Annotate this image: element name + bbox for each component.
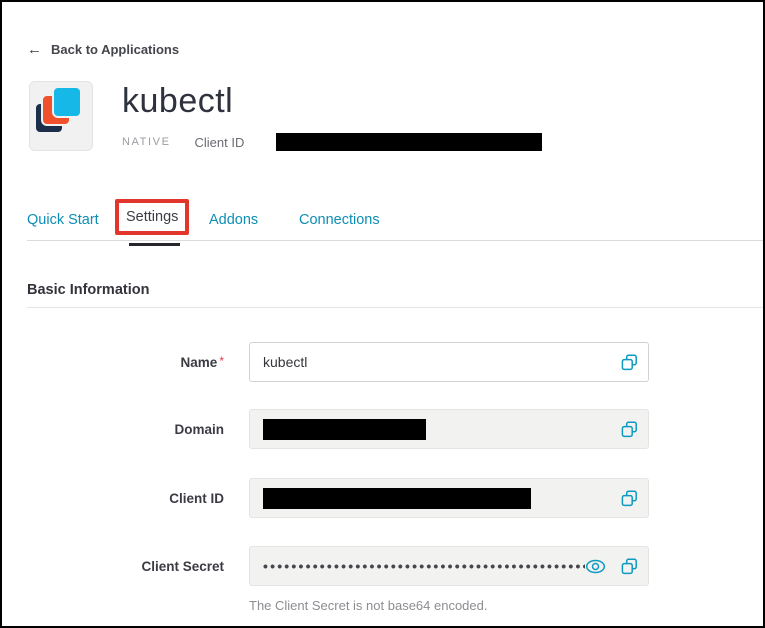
client-id-label: Client ID <box>195 135 245 150</box>
app-settings-page: { "header": { "back_label": "Back to App… <box>0 0 765 628</box>
reveal-secret-button[interactable] <box>584 558 606 574</box>
logo-square-cyan <box>52 86 82 118</box>
required-asterisk: * <box>219 354 224 368</box>
active-tab-underline <box>129 243 180 246</box>
copy-icon <box>621 490 638 507</box>
name-label-text: Name <box>181 355 218 370</box>
copy-icon <box>621 421 638 438</box>
section-title: Basic Information <box>27 282 149 298</box>
arrow-left-icon: ← <box>27 42 42 57</box>
copy-icon[interactable] <box>620 353 638 371</box>
eye-icon <box>585 559 606 574</box>
client-id-input[interactable] <box>249 478 649 518</box>
tab-settings[interactable]: Settings <box>126 209 178 225</box>
client-id-redaction-bar <box>263 488 531 509</box>
back-to-applications-link[interactable]: ← Back to Applications <box>27 42 179 57</box>
client-id-redaction-bar <box>276 133 542 151</box>
app-type-badge: NATIVE <box>122 136 171 148</box>
client-secret-input[interactable]: ••••••••••••••••••••••••••••••••••••••••… <box>249 546 649 586</box>
copy-icon <box>621 354 638 371</box>
copy-icon <box>621 558 638 575</box>
client-secret-help-text: The Client Secret is not base64 encoded. <box>249 598 487 613</box>
page-title: kubectl <box>122 84 233 118</box>
name-field-label: Name* <box>27 354 224 370</box>
section-divider <box>27 307 763 308</box>
back-link-label: Back to Applications <box>51 42 179 57</box>
name-input[interactable]: kubectl <box>249 342 649 382</box>
tabs-divider <box>27 240 763 241</box>
domain-input[interactable] <box>249 409 649 449</box>
tab-quick-start[interactable]: Quick Start <box>27 212 99 228</box>
tab-addons[interactable]: Addons <box>209 212 258 228</box>
settings-annotation-box: Settings <box>115 199 189 235</box>
copy-icon[interactable] <box>620 557 638 575</box>
client-secret-masked-value: ••••••••••••••••••••••••••••••••••••••••… <box>263 558 585 574</box>
name-input-value: kubectl <box>263 354 307 370</box>
copy-icon[interactable] <box>620 420 638 438</box>
domain-redaction-bar <box>263 419 426 440</box>
copy-icon[interactable] <box>620 489 638 507</box>
tab-connections[interactable]: Connections <box>299 212 380 228</box>
app-meta-row: NATIVE Client ID <box>122 133 542 151</box>
client-secret-field-label: Client Secret <box>27 559 224 574</box>
client-id-field-label: Client ID <box>27 491 224 506</box>
domain-field-label: Domain <box>27 422 224 437</box>
app-logo <box>29 81 93 151</box>
